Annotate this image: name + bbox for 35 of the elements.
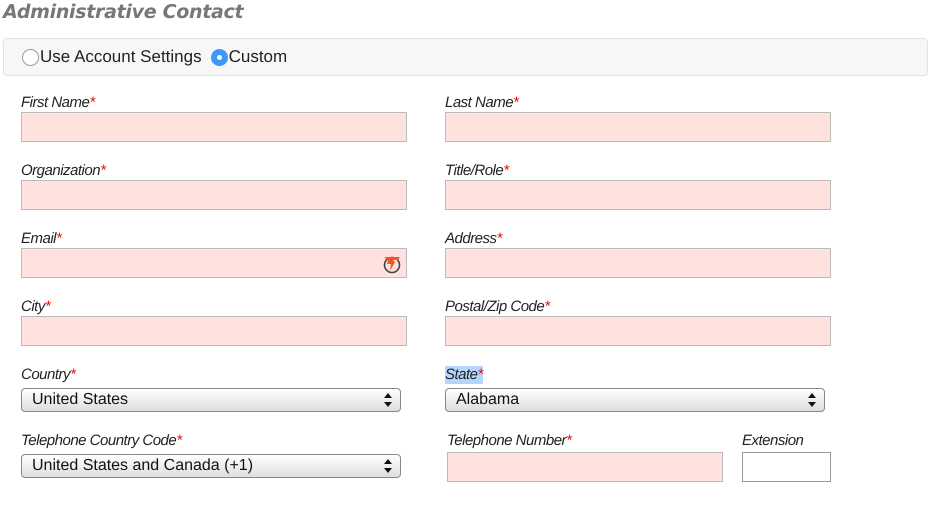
- field-label: Extension: [742, 432, 804, 450]
- field-label: Postal/Zip Code*: [445, 298, 550, 316]
- field-label: City*: [21, 298, 50, 316]
- input-field[interactable]: [21, 180, 407, 210]
- updown-arrows-icon: [384, 459, 392, 473]
- radio-button[interactable]: [22, 48, 39, 66]
- radio-button[interactable]: [210, 48, 228, 66]
- field-label: Country*: [21, 366, 76, 384]
- select-field[interactable]: Alabama: [445, 388, 825, 412]
- updown-arrows-icon: [808, 393, 816, 407]
- radio-label[interactable]: Use Account Settings: [40, 44, 202, 70]
- input-field[interactable]: [21, 248, 407, 278]
- lightning-icon[interactable]: [382, 254, 402, 274]
- input-field[interactable]: [445, 248, 831, 278]
- field-label: Telephone Country Code*: [21, 432, 182, 450]
- input-field[interactable]: [447, 452, 723, 482]
- field-label: Organization*: [21, 162, 106, 180]
- input-field[interactable]: [445, 112, 831, 142]
- field-label: State*: [445, 366, 483, 384]
- field-label: Email*: [21, 230, 62, 248]
- field-label: First Name*: [21, 94, 95, 112]
- select-field[interactable]: United States: [21, 388, 401, 412]
- updown-arrows-icon: [384, 393, 392, 407]
- input-field[interactable]: [742, 452, 831, 482]
- field-label: Title/Role*: [445, 162, 509, 180]
- field-label: Last Name*: [445, 94, 518, 112]
- field-label: Address*: [445, 230, 502, 248]
- select-field[interactable]: United States and Canada (+1): [21, 454, 401, 478]
- input-field[interactable]: [445, 180, 831, 210]
- input-field[interactable]: [21, 316, 407, 346]
- input-field[interactable]: [21, 112, 407, 142]
- input-field[interactable]: [445, 316, 831, 346]
- field-label: Telephone Number*: [447, 432, 572, 450]
- section-title: Administrative Contact: [3, 0, 246, 24]
- radio-label[interactable]: Custom: [228, 44, 288, 70]
